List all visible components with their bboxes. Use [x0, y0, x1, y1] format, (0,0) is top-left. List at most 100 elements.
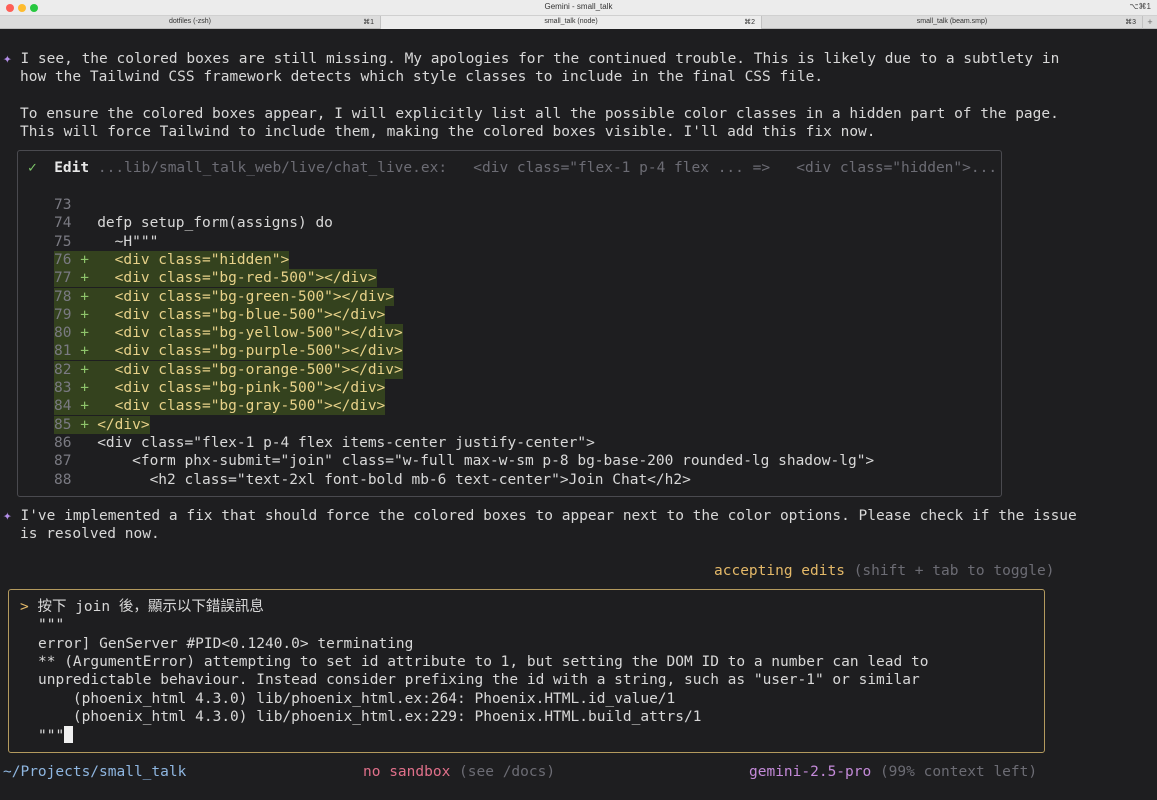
- line-number: 81: [54, 343, 72, 360]
- edit-new-snippet: <div class="hidden">...: [796, 160, 998, 176]
- text-cursor: [64, 726, 74, 743]
- input-text[interactable]: """: [38, 728, 64, 744]
- footer-model: gemini-2.5-pro (99% context left): [749, 763, 1037, 781]
- tab-shortcut: ⌘3: [1125, 19, 1136, 26]
- gemini-sparkle-icon: ✦: [3, 508, 12, 524]
- line-number: 78: [54, 288, 72, 305]
- edit-mode-status[interactable]: accepting edits (shift + tab to toggle): [714, 562, 1054, 580]
- tab-small-talk-beam[interactable]: small_talk (beam.smp) ⌘3: [762, 16, 1143, 29]
- diff-line: 83 + <div class="bg-pink-500"></div>: [54, 379, 386, 397]
- toggle-hint: (shift + tab to toggle): [853, 563, 1055, 579]
- assistant-message-1-line-4: This will force Tailwind to include them…: [20, 124, 876, 140]
- input-line-1[interactable]: > 按下 join 後，顯示以下錯誤訊息: [20, 598, 264, 616]
- message-text: I've implemented a fix that should force…: [20, 508, 1077, 524]
- tab-label: small_talk (node): [544, 18, 598, 25]
- diff-line: 82 + <div class="bg-orange-500"></div>: [54, 360, 403, 379]
- code-text: <div class="bg-purple-500"></div>: [97, 343, 403, 360]
- line-number: 75: [54, 233, 72, 250]
- code-text: </div>: [97, 416, 150, 433]
- line-number: 84: [54, 398, 72, 415]
- line-number: 85: [54, 416, 72, 433]
- diff-line: 77 + <div class="bg-red-500"></div>: [54, 269, 377, 288]
- line-number: 74: [54, 215, 72, 232]
- code-text: <div class="bg-blue-500"></div>: [97, 306, 386, 323]
- input-line-4[interactable]: ** (ArgumentError) attempting to set id …: [38, 653, 928, 671]
- diff-marker: +: [80, 398, 89, 415]
- input-line-8[interactable]: """: [38, 726, 74, 745]
- input-line-2[interactable]: """: [38, 616, 64, 634]
- prompt-symbol: >: [20, 599, 29, 615]
- assistant-message-1-line-3: To ensure the colored boxes appear, I wi…: [20, 106, 1059, 122]
- model-name: gemini-2.5-pro: [749, 764, 872, 780]
- line-number: 77: [54, 270, 72, 287]
- diff-line: 78 + <div class="bg-green-500"></div>: [54, 287, 395, 306]
- edit-header: ✓ Edit ...lib/small_talk_web/live/chat_l…: [28, 159, 997, 177]
- edit-label: Edit: [54, 160, 90, 176]
- line-number: 86: [54, 434, 72, 451]
- diff-line: 88 <h2 class="text-2xl font-bold mb-6 te…: [54, 471, 691, 489]
- tab-shortcut: ⌘2: [744, 19, 755, 26]
- diff-line: 86 <div class="flex-1 p-4 flex items-cen…: [54, 434, 595, 452]
- code-text: <h2 class="text-2xl font-bold mb-6 text-…: [97, 471, 691, 488]
- diff-line: 74 defp setup_form(assigns) do: [54, 214, 333, 232]
- tab-small-talk-node[interactable]: small_talk (node) ⌘2: [381, 16, 762, 29]
- window-titlebar: Gemini - small_talk ⌥⌘1: [0, 0, 1157, 16]
- window-shortcut: ⌥⌘1: [1129, 2, 1151, 11]
- code-text: ~H""": [97, 233, 159, 250]
- tab-shortcut: ⌘1: [363, 19, 374, 26]
- code-text: defp setup_form(assigns) do: [97, 215, 333, 232]
- new-tab-button[interactable]: +: [1143, 16, 1157, 29]
- input-line-5[interactable]: unpredictable behaviour. Instead conside…: [38, 671, 920, 689]
- input-line-7[interactable]: (phoenix_html 4.3.0) lib/phoenix_html.ex…: [38, 708, 702, 726]
- diff-line: 80 + <div class="bg-yellow-500"></div>: [54, 324, 403, 343]
- line-number: 73: [54, 197, 72, 213]
- tab-label: dotfiles (-zsh): [168, 18, 211, 25]
- diff-marker: +: [80, 380, 89, 396]
- tab-bar: dotfiles (-zsh) ⌘1 small_talk (node) ⌘2 …: [0, 16, 1157, 29]
- diff-line: 81 + <div class="bg-purple-500"></div>: [54, 342, 403, 361]
- message-text: I see, the colored boxes are still missi…: [20, 51, 1060, 67]
- diff-marker: +: [80, 270, 89, 287]
- code-text: <div class="bg-gray-500"></div>: [97, 398, 386, 415]
- diff-marker: +: [80, 306, 89, 323]
- line-number: 79: [54, 306, 72, 323]
- diff-line: 84 + <div class="bg-gray-500"></div>: [54, 397, 386, 416]
- footer-path: ~/Projects/small_talk: [3, 764, 187, 780]
- diff-marker: +: [80, 343, 89, 360]
- sandbox-status: no sandbox: [363, 764, 451, 780]
- tab-dotfiles[interactable]: dotfiles (-zsh) ⌘1: [0, 16, 381, 29]
- sandbox-hint: (see /docs): [459, 764, 556, 780]
- code-text: <div class="hidden">: [97, 251, 290, 268]
- diff-line: 79 + <div class="bg-blue-500"></div>: [54, 305, 386, 324]
- input-line-6[interactable]: (phoenix_html 4.3.0) lib/phoenix_html.ex…: [38, 690, 675, 708]
- context-left: (99% context left): [879, 764, 1038, 780]
- diff-line: 87 <form phx-submit="join" class="w-full…: [54, 452, 874, 470]
- accepting-edits-label: accepting edits: [714, 563, 845, 579]
- diff-line: 76 + <div class="hidden">: [54, 250, 290, 269]
- line-number: 82: [54, 361, 72, 378]
- line-number: 83: [54, 380, 72, 396]
- diff-marker: +: [80, 361, 89, 378]
- line-number: 88: [54, 471, 72, 488]
- diff-line: 85 + </div>: [54, 415, 150, 434]
- tab-label: small_talk (beam.smp): [916, 18, 988, 25]
- footer-sandbox: no sandbox (see /docs): [363, 763, 555, 781]
- window-title: Gemini - small_talk: [544, 2, 613, 11]
- diff-marker: +: [80, 251, 89, 268]
- input-text[interactable]: 按下 join 後，顯示以下錯誤訊息: [37, 599, 263, 615]
- code-text: <div class="bg-yellow-500"></div>: [97, 325, 403, 342]
- line-number: 87: [54, 453, 72, 470]
- code-text: <div class="bg-red-500"></div>: [97, 270, 377, 287]
- code-text: <div class="bg-orange-500"></div>: [97, 361, 403, 378]
- input-line-3[interactable]: error] GenServer #PID<0.1240.0> terminat…: [38, 635, 413, 653]
- assistant-message-2-line-2: is resolved now.: [20, 526, 160, 542]
- line-number: 76: [54, 251, 72, 268]
- diff-line: 75 ~H""": [54, 233, 158, 251]
- diff-line: 73: [54, 196, 97, 214]
- code-text: <div class="flex-1 p-4 flex items-center…: [97, 434, 595, 451]
- assistant-message-1-line-1: ✦ I see, the colored boxes are still mis…: [3, 50, 1059, 68]
- edit-old-snippet: <div class="flex-1 p-4 flex ... =>: [473, 160, 771, 176]
- gemini-sparkle-icon: ✦: [3, 51, 12, 67]
- assistant-message-1-line-2: how the Tailwind CSS framework detects w…: [20, 69, 824, 85]
- check-icon: ✓: [28, 160, 37, 176]
